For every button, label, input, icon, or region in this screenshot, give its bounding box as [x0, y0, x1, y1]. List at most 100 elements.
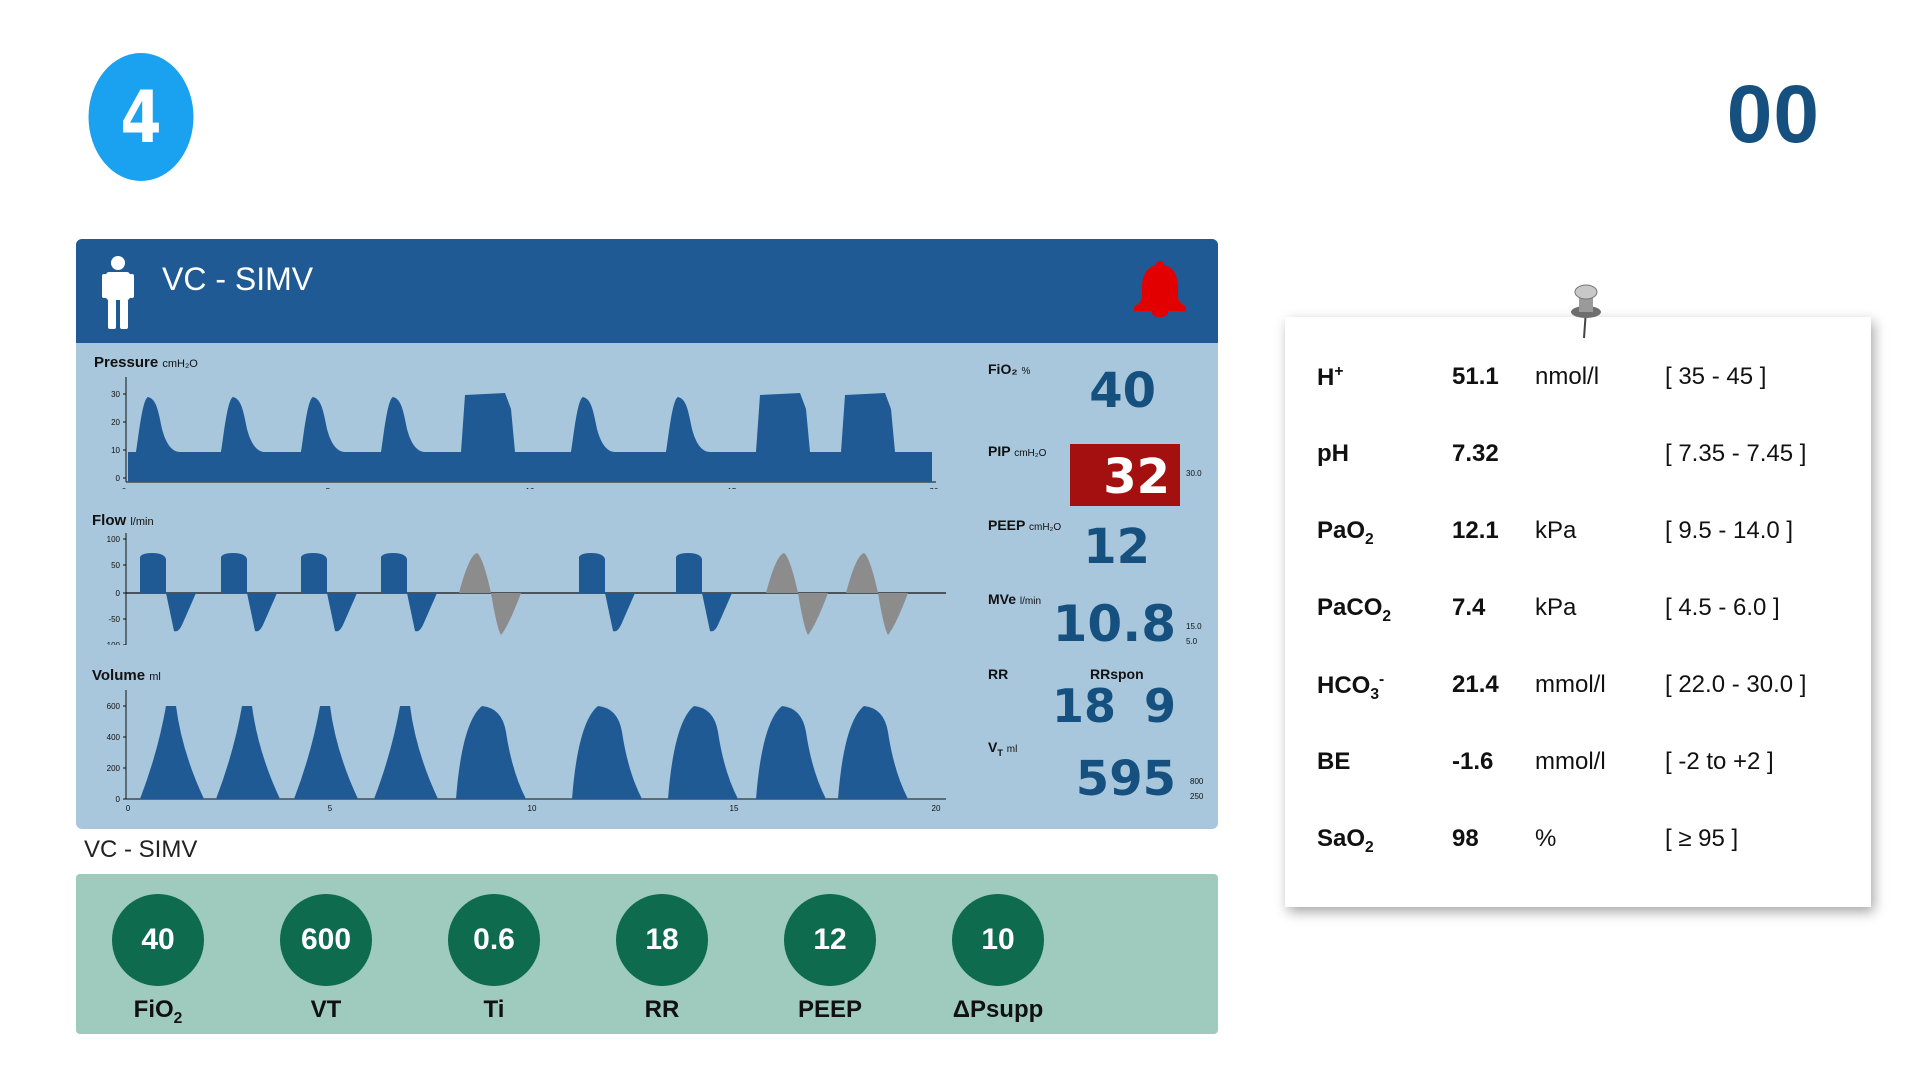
pressure-x-tick-label: 15	[728, 487, 737, 489]
flow-spont-inspiration	[846, 553, 878, 593]
ti-setting-knob[interactable]: 0.6	[448, 894, 540, 986]
volume-breath	[374, 706, 438, 799]
volume-y-tick-label: 200	[107, 764, 121, 773]
volume-breath	[838, 706, 908, 799]
pressure-x-tick-label: 20	[930, 487, 939, 489]
rrspon-value: 9	[1143, 679, 1176, 733]
vt-setting-label: VT	[310, 996, 342, 1023]
ti-setting-label: Ti	[483, 996, 505, 1023]
volume-breath	[140, 706, 204, 799]
lab-results-note: H+ 51.1 nmol/l[ 35 - 45 ] pH 7.32[ 7.35 -…	[1285, 317, 1871, 907]
flow-expiration	[407, 593, 437, 632]
volume-y-tick-label: 400	[107, 733, 121, 742]
volume-y-tick-label: 600	[107, 702, 121, 711]
pressure-y-tick-label: 10	[111, 446, 120, 455]
flow-y-tick-label: -50	[108, 615, 120, 624]
flow-spont-inspiration	[459, 553, 491, 593]
pressure-waveform	[128, 393, 932, 482]
alarm-bell-icon[interactable]	[1130, 257, 1190, 317]
mode-caption: VC - SIMV	[84, 836, 198, 863]
vt-label: VT ml	[988, 739, 1018, 758]
flow-plot: 100500-50-1005101520	[104, 533, 946, 645]
mode-title: VC - SIMV	[162, 261, 314, 297]
flow-inspiration	[301, 553, 327, 593]
volume-plot: 600 400 200 00 5 10 15 20	[107, 690, 946, 812]
pip-value: 32	[1103, 449, 1170, 505]
pip-limit: 30.0	[1186, 469, 1202, 478]
pressure-y-tick-label: 0	[116, 474, 121, 483]
rr-setting-label: RR	[644, 996, 680, 1023]
flow-expiration	[247, 593, 277, 632]
volume-x-tick-label: 15	[730, 804, 739, 812]
lab-row-hco3: HCO3- 21.4 mmol/l[ 22.0 - 30.0 ]	[1317, 671, 1807, 703]
pressure-x-tick-label: 10	[526, 487, 535, 489]
flow-inspiration	[381, 553, 407, 593]
pip-label: PIP cmH₂O	[988, 443, 1047, 459]
pressure-x-tick-label: 5	[326, 487, 331, 489]
mve-limits: 15.0 5.0	[1186, 622, 1202, 646]
flow-y-tick-label: 50	[111, 561, 120, 570]
pressure-plot: 30 20 10 0 0 5 10 15 20	[111, 377, 939, 489]
flow-spont-expiration	[798, 593, 828, 635]
volume-breath	[294, 706, 358, 799]
flow-y-tick-label: 0	[116, 589, 121, 598]
volume-breath	[756, 706, 826, 799]
flow-expiration	[327, 593, 357, 632]
volume-x-tick-label: 20	[932, 804, 941, 812]
flow-inspiration	[140, 553, 166, 593]
vt-value: 595	[1075, 751, 1176, 807]
lab-row-sao2: SaO2 98%[ ≥ 95 ]	[1317, 825, 1739, 856]
flow-spont-inspiration	[766, 553, 798, 593]
volume-x-tick-label: 0	[126, 804, 131, 812]
flow-y-tick-label: -100	[104, 641, 121, 645]
mve-value: 10.8	[1052, 595, 1176, 653]
rr-value: 18	[1051, 679, 1116, 733]
fio2-setting-knob[interactable]: 40	[112, 894, 204, 986]
mve-label: MVe l/min	[988, 591, 1042, 607]
vt-setting-knob[interactable]: 600	[280, 894, 372, 986]
fio2-value: 40	[1089, 363, 1156, 419]
psupp-setting-label: ΔPsupp	[952, 996, 1044, 1023]
lab-row-pao2: PaO2 12.1 kPa[ 9.5 - 14.0 ]	[1317, 517, 1794, 548]
step-badge: 4	[88, 53, 194, 181]
lab-row-h: H+ 51.1 nmol/l[ 35 - 45 ]	[1317, 363, 1767, 391]
volume-breath	[668, 706, 738, 799]
ventilator-screen: VC - SIMV Pressure cmH₂O 302010005101520…	[76, 239, 1218, 829]
peep-label: PEEP cmH₂O	[988, 517, 1062, 533]
pressure-x-tick-label: 0	[122, 487, 127, 489]
psupp-setting-knob[interactable]: 10	[952, 894, 1044, 986]
pressure-y-tick-label: 30	[111, 390, 120, 399]
pressure-y-tick-label: 20	[111, 418, 120, 427]
flow-expiration	[605, 593, 635, 632]
patient-icon	[102, 256, 134, 329]
flow-inspiration	[221, 553, 247, 593]
ventilator-header: VC - SIMV	[76, 239, 1218, 343]
flow-spont-expiration	[878, 593, 908, 635]
volume-breath	[456, 706, 526, 799]
flow-expiration	[166, 593, 196, 632]
flow-expiration	[702, 593, 732, 632]
settings-panel: 40 FiO2 600 VT 0.6 Ti 18 RR 12 PEEP 10 Δ…	[76, 874, 1218, 1034]
fio2-setting-label: FiO2	[133, 996, 183, 1027]
peep-value: 12	[1083, 519, 1150, 575]
lab-row-ph: pH 7.32[ 7.35 - 7.45 ]	[1317, 440, 1807, 467]
flow-inspiration	[676, 553, 702, 593]
timer: 00	[1726, 69, 1820, 160]
volume-x-tick-label: 5	[328, 804, 333, 812]
flow-y-tick-label: 100	[107, 535, 121, 544]
rr-label: RR	[988, 666, 1009, 682]
flow-inspiration	[579, 553, 605, 593]
vt-limits: 800 250	[1190, 777, 1204, 801]
lab-row-paco2: PaCO2 7.4 kPa[ 4.5 - 6.0 ]	[1317, 594, 1780, 625]
peep-setting-knob[interactable]: 12	[784, 894, 876, 986]
lab-row-be: BE -1.6 mmol/l[ -2 to +2 ]	[1317, 748, 1774, 775]
volume-x-tick-label: 10	[528, 804, 537, 812]
peep-setting-label: PEEP	[797, 996, 863, 1023]
rr-setting-knob[interactable]: 18	[616, 894, 708, 986]
volume-breath	[572, 706, 642, 799]
volume-breath	[216, 706, 280, 799]
flow-spont-expiration	[491, 593, 521, 635]
fio2-label: FiO₂ %	[988, 361, 1031, 377]
volume-y-tick-label: 0	[116, 795, 121, 804]
pushpin-icon	[1571, 284, 1601, 339]
